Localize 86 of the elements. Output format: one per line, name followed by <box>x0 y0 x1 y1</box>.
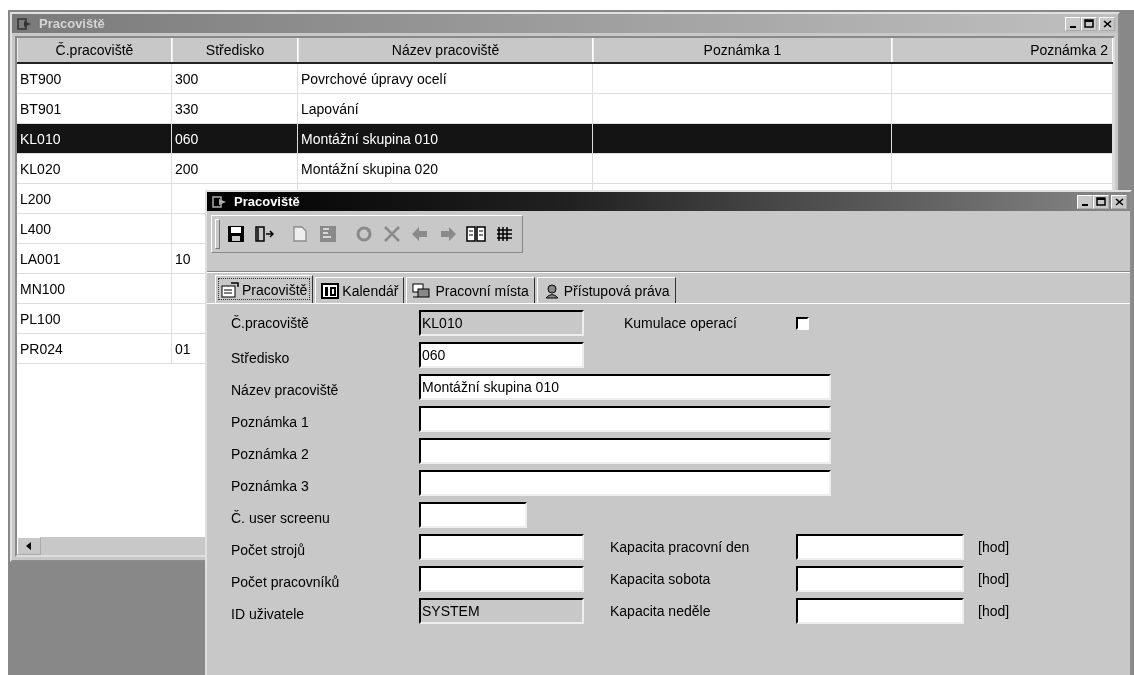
input-field[interactable] <box>419 534 584 560</box>
table-cell: KL010 <box>17 124 172 154</box>
computers-icon <box>412 282 433 299</box>
delete-icon <box>383 225 401 243</box>
field-label: Kapacita neděle <box>609 603 712 619</box>
maximize-button[interactable] <box>1093 194 1109 209</box>
edit-page-icon <box>319 225 337 243</box>
columns-icon <box>466 225 486 243</box>
checkbox-label: Kumulace operací <box>623 315 738 331</box>
input-field[interactable] <box>419 502 527 528</box>
column-header[interactable]: Č.pracoviště <box>17 38 172 62</box>
field-label: Název pracoviště <box>231 381 340 398</box>
left-arrow-icon <box>411 225 429 243</box>
column-header[interactable]: Název pracoviště <box>298 38 593 62</box>
unit-label: [hod] <box>978 603 1010 619</box>
column-header[interactable]: Poznámka 1 <box>593 38 892 62</box>
table-cell: BT901 <box>17 94 172 124</box>
input-field[interactable] <box>796 598 964 624</box>
table-cell: Lapování <box>298 94 593 124</box>
right-arrow-icon <box>439 225 457 243</box>
unit-label: [hod] <box>978 571 1010 587</box>
table-cell: BT900 <box>17 64 172 94</box>
table-cell: 060 <box>172 124 298 154</box>
close-icon <box>1114 197 1124 206</box>
refresh-icon <box>355 225 373 243</box>
table-cell: Montážní skupina 020 <box>298 154 593 184</box>
exit-door-icon <box>254 225 274 243</box>
field-label: ID uživatele <box>231 605 306 622</box>
table-cell: 200 <box>172 154 298 184</box>
minimize-icon <box>1070 25 1076 28</box>
maximize-button[interactable] <box>1081 16 1097 31</box>
tab[interactable]: Kalendář <box>315 277 405 303</box>
field-label: Kapacita sobota <box>609 571 712 587</box>
input-field[interactable]: Montážní skupina 010 <box>419 374 831 400</box>
field-label: Poznámka 3 <box>231 477 310 494</box>
field-label: Středisko <box>231 349 291 366</box>
scroll-left-button[interactable] <box>17 537 41 555</box>
column-header[interactable]: Poznámka 2 <box>892 38 1113 62</box>
field-label: Poznámka 2 <box>231 445 310 462</box>
tab[interactable]: Přístupová práva <box>536 277 676 303</box>
window-icon <box>17 16 33 31</box>
column-header[interactable]: Středisko <box>172 38 298 62</box>
input-field[interactable] <box>419 406 831 432</box>
close-icon <box>1102 19 1112 28</box>
left-triangle-icon <box>26 542 32 550</box>
field-label: Č.pracoviště <box>231 315 310 331</box>
input-field[interactable] <box>796 534 964 560</box>
field-label: Kapacita pracovní den <box>609 539 751 555</box>
table-cell: 330 <box>172 94 298 124</box>
field-label: Počet pracovníků <box>231 573 341 590</box>
maximize-icon <box>1096 197 1106 206</box>
table-cell: MN100 <box>17 274 172 304</box>
table-cell: Povrchové úpravy ocelí <box>298 64 593 94</box>
input-field[interactable]: 060 <box>419 342 584 368</box>
field-label: Č. user screenu <box>231 509 331 526</box>
table-cell: 300 <box>172 64 298 94</box>
input-field[interactable] <box>419 438 831 464</box>
maximize-icon <box>1084 19 1094 28</box>
minimize-button[interactable] <box>1077 194 1093 209</box>
horizontal-scrollbar[interactable] <box>17 537 207 555</box>
table-cell: LA001 <box>17 244 172 274</box>
table-cell: PR024 <box>17 334 172 364</box>
minimize-button[interactable] <box>1065 16 1081 31</box>
tab[interactable]: Pracovní místa <box>406 277 535 303</box>
field-label: Poznámka 1 <box>231 413 310 430</box>
close-button[interactable] <box>1111 194 1127 209</box>
table-cell: PL100 <box>17 304 172 334</box>
minimize-icon <box>1082 203 1088 206</box>
tab[interactable]: Pracoviště <box>215 275 314 303</box>
form-icon <box>221 281 239 298</box>
field-label: Počet strojů <box>231 541 306 558</box>
window-title: Pracoviště <box>39 16 106 31</box>
table-cell: Montážní skupina 010 <box>298 124 593 154</box>
input-field[interactable] <box>419 470 831 496</box>
unit-label: [hod] <box>978 539 1010 555</box>
page-icon <box>292 225 308 243</box>
window-title: Pracoviště <box>234 194 301 209</box>
table-cell: L200 <box>17 184 172 214</box>
close-button[interactable] <box>1099 16 1115 31</box>
table-cell: KL020 <box>17 154 172 184</box>
table-cell: L400 <box>17 214 172 244</box>
grid-icon <box>495 225 513 243</box>
input-field[interactable] <box>796 566 964 592</box>
window-icon <box>212 194 228 209</box>
input-field[interactable] <box>419 566 584 592</box>
calendar-icon <box>321 282 340 299</box>
